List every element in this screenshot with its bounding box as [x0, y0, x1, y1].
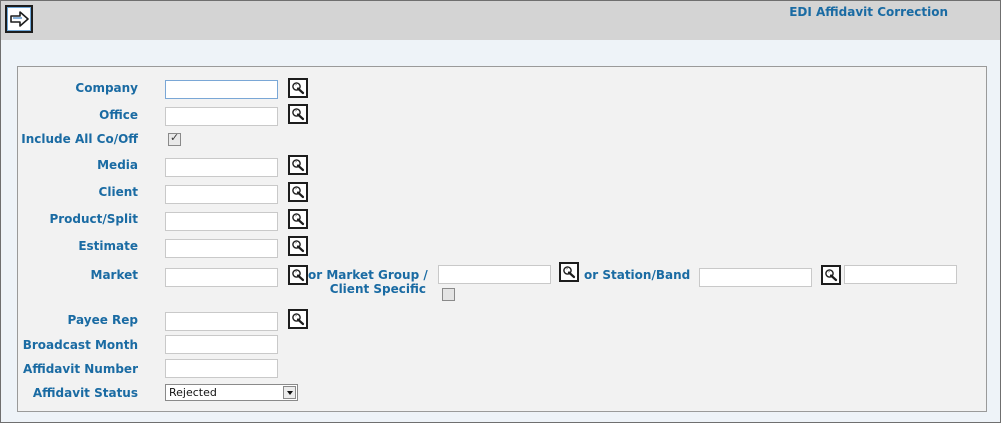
market-lookup-button[interactable] [288, 265, 308, 285]
go-button[interactable] [5, 5, 33, 33]
estimate-label: Estimate [78, 239, 138, 253]
magnifier-lookup-icon [291, 312, 305, 326]
magnifier-lookup-icon [291, 158, 305, 172]
page-title: EDI Affidavit Correction [789, 5, 948, 19]
magnifier-lookup-icon [291, 268, 305, 282]
market-label: Market [90, 268, 139, 282]
station-band-secondary-input[interactable] [844, 265, 957, 284]
broadcast-month-input[interactable] [165, 335, 278, 354]
product-split-lookup-button[interactable] [288, 209, 308, 229]
checkmark-icon: ✓ [170, 131, 180, 144]
app-window: EDI Affidavit Correction Company Office … [0, 0, 1001, 423]
station-band-lookup-button[interactable] [821, 265, 841, 285]
search-form-panel: Company Office Include All Co/Off ✓ Medi… [17, 66, 987, 412]
office-input[interactable] [165, 107, 278, 126]
office-label: Office [99, 108, 138, 122]
affidavit-number-input[interactable] [165, 359, 278, 378]
estimate-input[interactable] [165, 239, 278, 258]
header-bar: EDI Affidavit Correction [1, 1, 1000, 40]
company-lookup-button[interactable] [288, 78, 308, 98]
market-group-lookup-button[interactable] [559, 262, 579, 282]
affidavit-number-label: Affidavit Number [23, 362, 138, 376]
magnifier-lookup-icon [291, 212, 305, 226]
payee-rep-lookup-button[interactable] [288, 309, 308, 329]
magnifier-lookup-icon [291, 239, 305, 253]
market-group-input[interactable] [438, 265, 551, 284]
payee-rep-label: Payee Rep [67, 313, 138, 327]
office-lookup-button[interactable] [288, 104, 308, 124]
include-all-checkbox[interactable]: ✓ [168, 131, 181, 146]
media-input[interactable] [165, 158, 278, 177]
market-group-label-line1: or Market Group / [308, 268, 428, 282]
market-input[interactable] [165, 268, 278, 287]
client-specific-label: Client Specific [329, 282, 426, 296]
affidavit-status-value: Rejected [169, 386, 217, 399]
arrow-right-icon [10, 11, 29, 27]
magnifier-lookup-icon [824, 268, 838, 282]
affidavit-status-label: Affidavit Status [32, 386, 138, 400]
broadcast-month-label: Broadcast Month [22, 338, 138, 352]
product-split-input[interactable] [165, 212, 278, 231]
chevron-down-icon[interactable] [283, 386, 296, 399]
market-group-label: or Market Group / Client Specific [308, 268, 428, 296]
magnifier-lookup-icon [291, 81, 305, 95]
estimate-lookup-button[interactable] [288, 236, 308, 256]
product-split-label: Product/Split [49, 212, 138, 226]
magnifier-lookup-icon [291, 107, 305, 121]
affidavit-status-select[interactable]: Rejected [165, 384, 298, 401]
media-label: Media [97, 158, 138, 172]
company-label: Company [75, 81, 138, 95]
client-specific-checkbox[interactable] [442, 288, 455, 301]
client-label: Client [98, 185, 138, 199]
include-all-label: Include All Co/Off [21, 132, 138, 146]
station-band-input[interactable] [699, 268, 812, 287]
magnifier-lookup-icon [562, 265, 576, 279]
client-input[interactable] [165, 185, 278, 204]
client-lookup-button[interactable] [288, 182, 308, 202]
payee-rep-input[interactable] [165, 312, 278, 331]
station-band-label: or Station/Band [584, 268, 691, 282]
media-lookup-button[interactable] [288, 155, 308, 175]
company-input[interactable] [165, 80, 278, 99]
magnifier-lookup-icon [291, 185, 305, 199]
